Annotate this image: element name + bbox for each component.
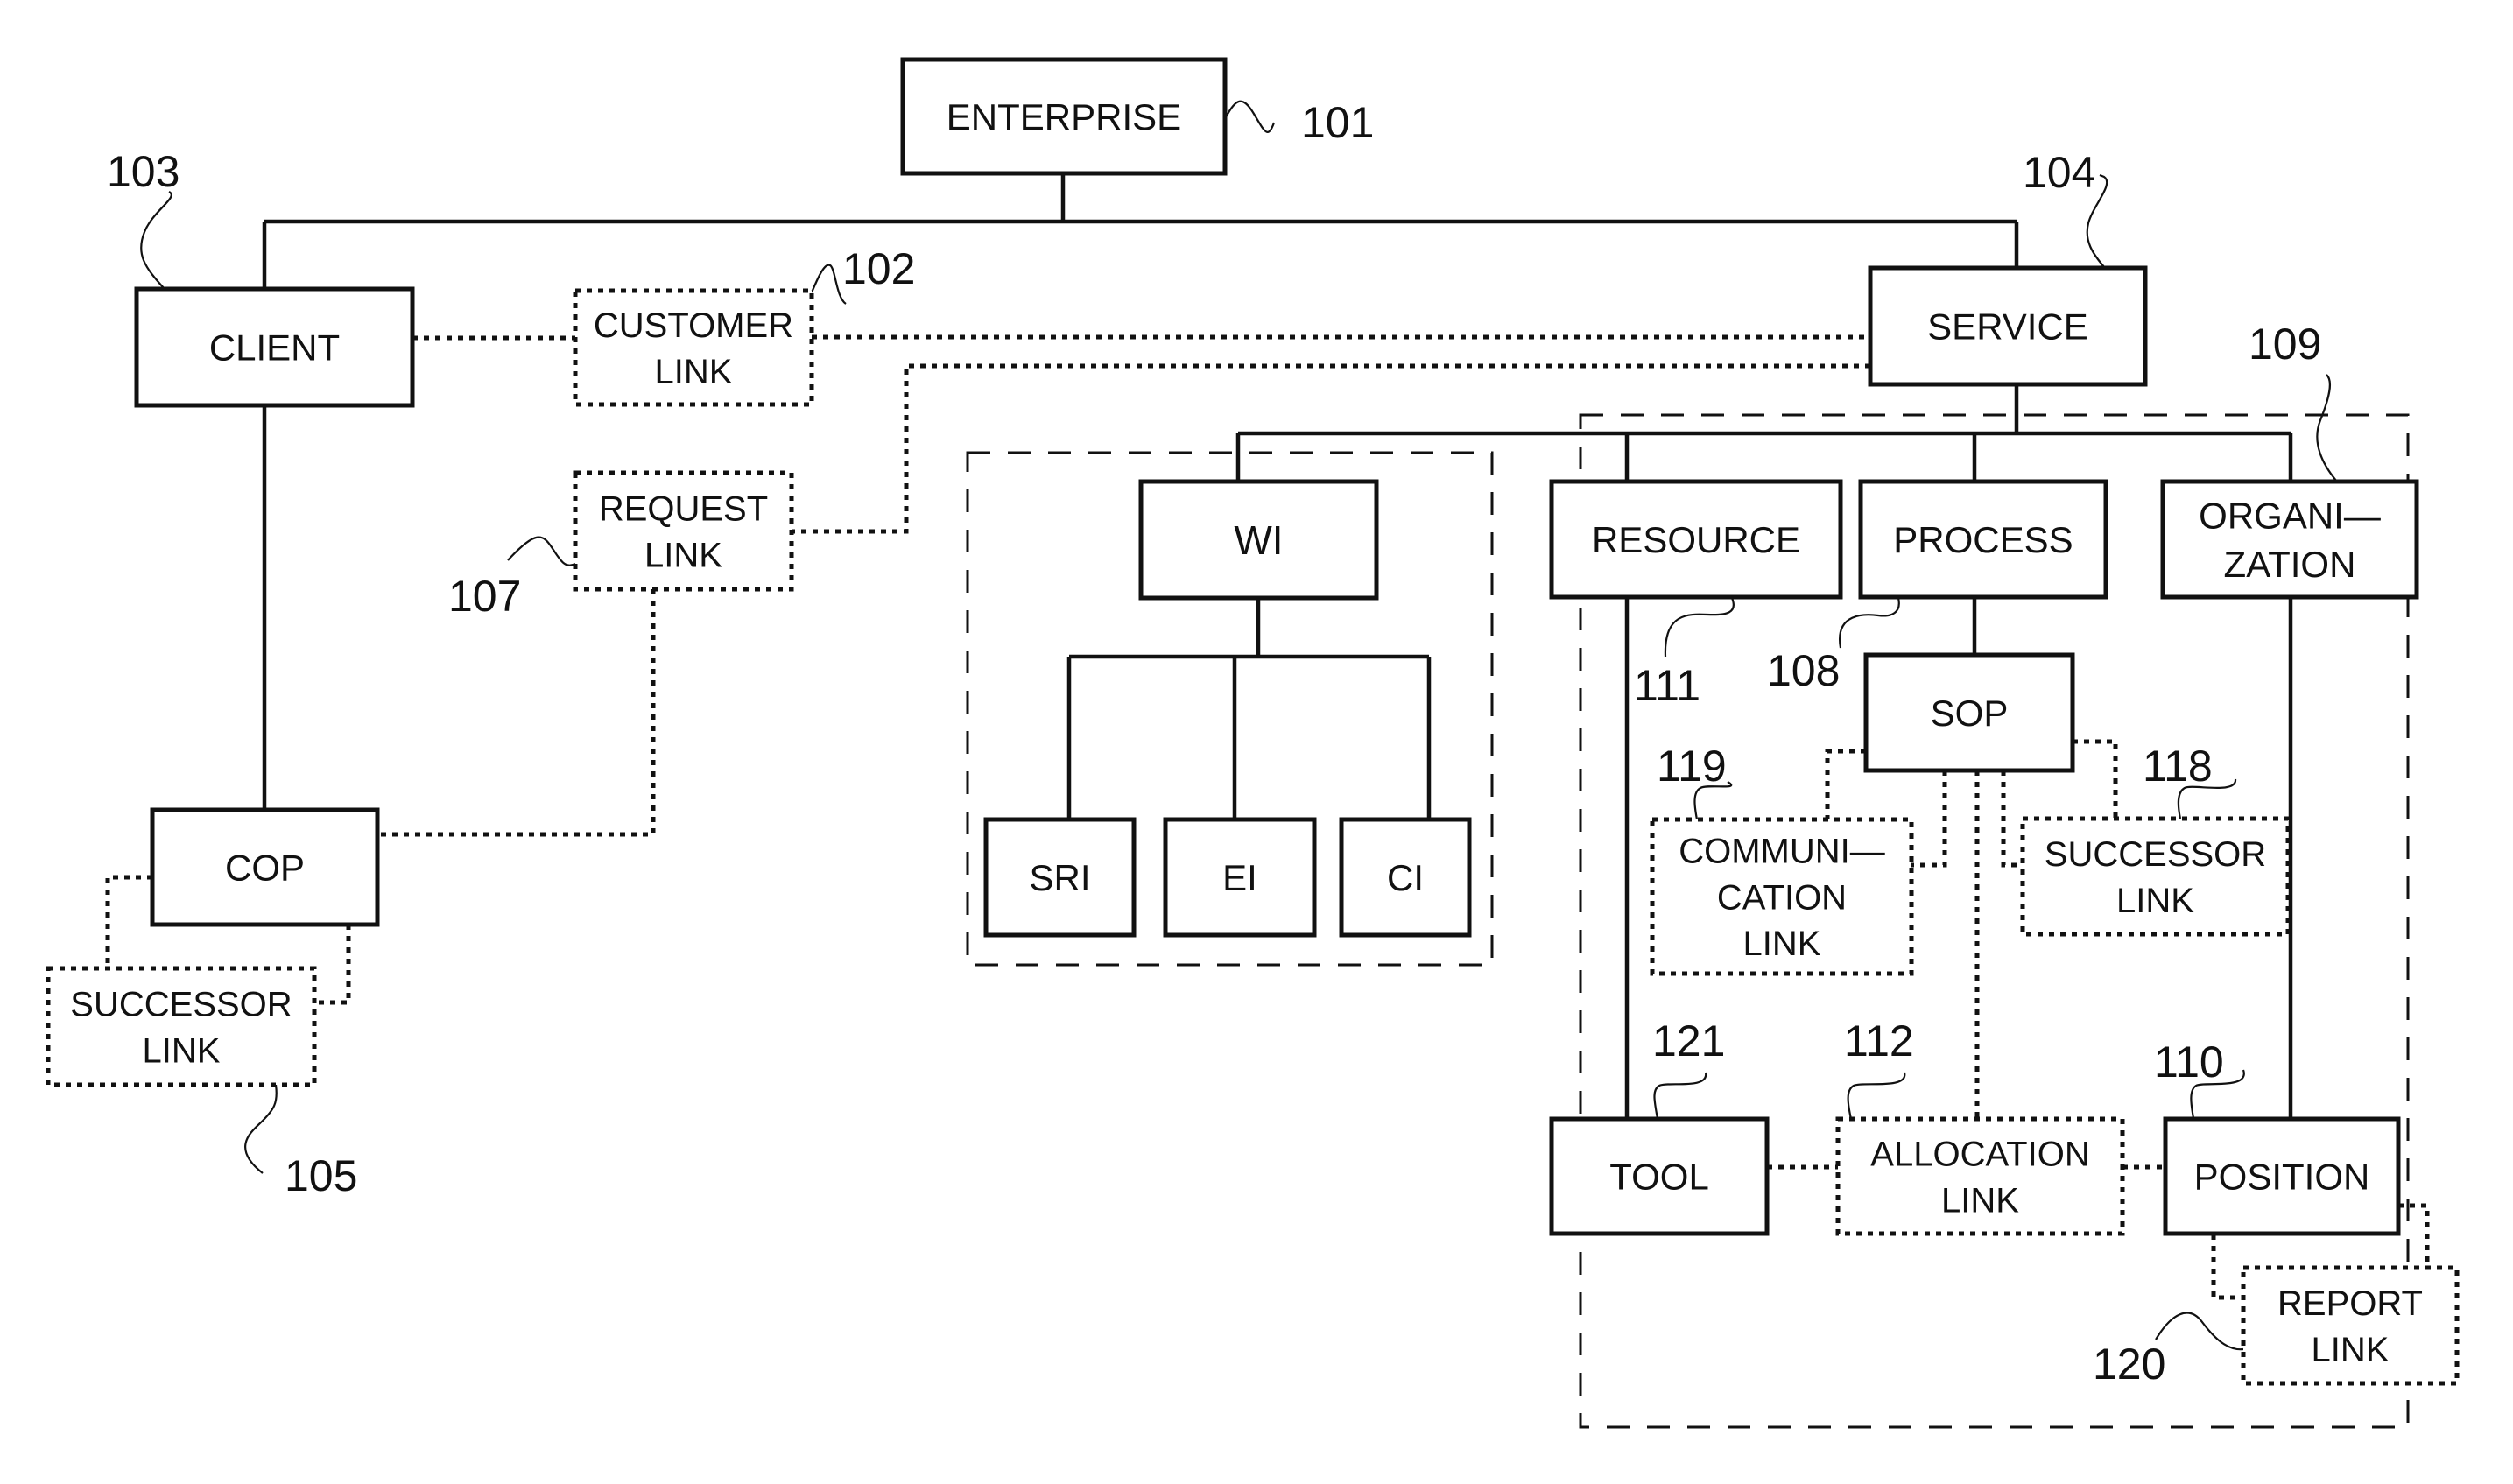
connector-sop-to-comm-left bbox=[1825, 749, 1866, 819]
ci-node[interactable]: CI bbox=[1339, 817, 1472, 938]
ref-111-leader bbox=[1664, 597, 1735, 658]
client-label-line: CLIENT bbox=[209, 327, 340, 369]
ref-numeral-110: 110 bbox=[2154, 1037, 2224, 1087]
cop-successor-link-node[interactable]: SUCCESSOR LINK bbox=[46, 966, 317, 1087]
request-link-label-line: REQUEST bbox=[599, 490, 768, 529]
ref-109-leader bbox=[2316, 374, 2338, 482]
ref-numeral-112: 112 bbox=[1844, 1016, 1914, 1066]
allocation-link-label-line: LINK bbox=[1941, 1181, 2019, 1220]
enterprise-node[interactable]: ENTERPRISE bbox=[900, 57, 1228, 176]
allocation-link-node[interactable]: ALLOCATION LINK bbox=[1835, 1116, 2125, 1236]
ref-numeral-104: 104 bbox=[2023, 148, 2095, 197]
enterprise-label-line: ENTERPRISE bbox=[947, 96, 1181, 137]
ref-numeral-121: 121 bbox=[1652, 1016, 1725, 1066]
communication-link-node[interactable]: COMMUNI— CATION LINK bbox=[1650, 817, 1914, 976]
ei-node[interactable]: EI bbox=[1163, 817, 1317, 938]
ref-numeral-105: 105 bbox=[285, 1151, 357, 1200]
sop-successor-link-label-line: LINK bbox=[2116, 882, 2194, 920]
cop-successor-link-label-line: SUCCESSOR bbox=[70, 986, 292, 1024]
connector-sop-to-successor-top bbox=[2073, 739, 2118, 819]
position-node[interactable]: POSITION bbox=[2163, 1116, 2401, 1236]
ref-numeral-120: 120 bbox=[2093, 1340, 2165, 1389]
ref-numeral-118: 118 bbox=[2143, 742, 2213, 791]
ref-101-leader bbox=[1224, 100, 1276, 133]
report-link-label-line: LINK bbox=[2312, 1331, 2390, 1369]
ref-numeral-107: 107 bbox=[448, 572, 521, 621]
nodes: ENTERPRISE CLIENT CUSTOMER LINK SERVICE REQUE… bbox=[46, 57, 2460, 1386]
tool-node[interactable]: TOOL bbox=[1549, 1116, 1770, 1236]
wi-node[interactable]: WI bbox=[1138, 479, 1379, 601]
report-link-label-line: REPORT bbox=[2277, 1284, 2423, 1323]
sri-label-line: SRI bbox=[1029, 857, 1090, 898]
service-model-diagram: ENTERPRISE CLIENT CUSTOMER LINK SERVICE REQUE… bbox=[46, 57, 2460, 1429]
ref-numeral-119: 119 bbox=[1657, 742, 1727, 791]
ref-112-leader bbox=[1847, 1072, 1906, 1120]
request-link-node[interactable]: REQUEST LINK bbox=[573, 470, 794, 592]
ci-label-line: CI bbox=[1387, 857, 1424, 898]
ref-numeral-111: 111 bbox=[1634, 661, 1700, 710]
ref-120-leader bbox=[2155, 1312, 2244, 1351]
connector-sop-to-successor-left bbox=[2001, 770, 2023, 868]
sop-successor-link-label-line: SUCCESSOR bbox=[2045, 835, 2266, 874]
ei-label-line: EI bbox=[1222, 857, 1257, 898]
customer-link-node[interactable]: CUSTOMER LINK bbox=[573, 288, 814, 407]
ref-numeral-109: 109 bbox=[2249, 320, 2321, 369]
resource-label-line: RESOURCE bbox=[1592, 519, 1800, 560]
ref-121-leader bbox=[1653, 1072, 1707, 1120]
tool-label-line: TOOL bbox=[1609, 1157, 1709, 1198]
ref-numeral-102: 102 bbox=[842, 244, 915, 293]
connector-request-link-to-cop bbox=[377, 589, 656, 837]
request-link-label-line: LINK bbox=[644, 536, 722, 574]
ref-numeral-108: 108 bbox=[1767, 646, 1840, 695]
connector-position-to-report-top bbox=[2398, 1203, 2430, 1268]
ref-105-leader bbox=[244, 1084, 278, 1174]
ref-108-leader bbox=[1839, 597, 1900, 649]
process-label-line: PROCESS bbox=[1893, 519, 2073, 560]
resource-node[interactable]: RESOURCE bbox=[1549, 479, 1843, 600]
connector-cop-to-successor-left bbox=[105, 875, 152, 968]
service-label-line: SERVICE bbox=[1927, 306, 2088, 348]
position-label-line: POSITION bbox=[2194, 1157, 2370, 1198]
ref-numeral-101: 101 bbox=[1301, 98, 1374, 147]
sop-node[interactable]: SOP bbox=[1863, 652, 2075, 773]
client-node[interactable]: CLIENT bbox=[134, 286, 415, 408]
communication-link-label-line: LINK bbox=[1743, 925, 1821, 963]
customer-link-label-line: CUSTOMER bbox=[594, 306, 793, 345]
organization-label-line: ZATION bbox=[2224, 544, 2356, 585]
cop-label-line: COP bbox=[225, 847, 305, 889]
allocation-link-label-line: ALLOCATION bbox=[1870, 1136, 2089, 1174]
ref-numeral-103: 103 bbox=[107, 147, 180, 196]
organization-node[interactable]: ORGANI— ZATION bbox=[2160, 479, 2419, 600]
communication-link-label-line: CATION bbox=[1717, 878, 1847, 917]
report-link-node[interactable]: REPORT LINK bbox=[2241, 1265, 2460, 1386]
customer-link-label-line: LINK bbox=[655, 353, 733, 391]
organization-label-line: ORGANI— bbox=[2199, 495, 2381, 536]
cop-node[interactable]: COP bbox=[150, 807, 380, 927]
ref-102-leader bbox=[810, 264, 847, 305]
ref-107-leader bbox=[507, 536, 576, 566]
connector-sop-to-comm-right bbox=[1911, 770, 1947, 868]
wi-label-line: WI bbox=[1234, 517, 1283, 563]
sop-successor-link-node[interactable]: SUCCESSOR LINK bbox=[2020, 816, 2291, 937]
process-node[interactable]: PROCESS bbox=[1858, 479, 2108, 600]
sop-label-line: SOP bbox=[1931, 693, 2009, 734]
communication-link-label-line: COMMUNI— bbox=[1679, 833, 1885, 871]
sri-node[interactable]: SRI bbox=[983, 817, 1137, 938]
service-node[interactable]: SERVICE bbox=[1868, 265, 2148, 387]
connector-cop-to-successor-right bbox=[314, 925, 351, 1005]
connector-position-to-report-left bbox=[2211, 1234, 2243, 1300]
ref-103-leader bbox=[140, 191, 172, 290]
cop-successor-link-label-line: LINK bbox=[143, 1031, 221, 1070]
